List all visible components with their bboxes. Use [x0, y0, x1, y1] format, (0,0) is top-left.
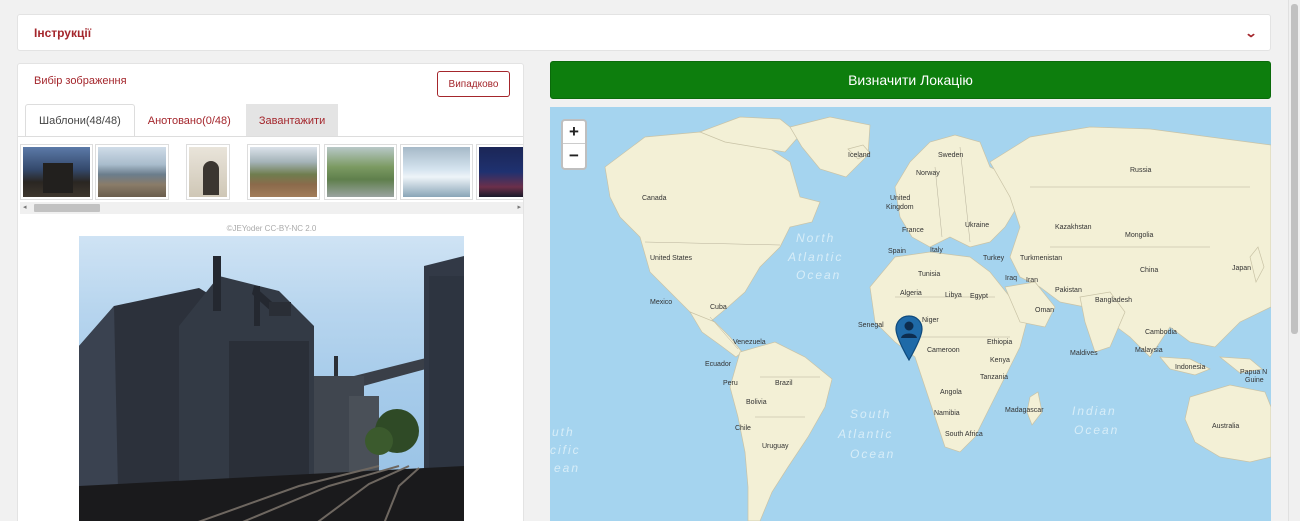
map-label: Cuba	[710, 304, 727, 311]
map-label: Peru	[723, 380, 738, 387]
map-label: China	[1140, 267, 1159, 274]
image-credit: ©JEYoder CC-BY-NC 2.0	[226, 224, 317, 233]
map-label: Turkmenistan	[1020, 255, 1063, 262]
map-label: Bolivia	[746, 399, 767, 406]
map-label: Madagascar	[1005, 407, 1044, 414]
thumbnail-2[interactable]	[95, 144, 169, 200]
map-label: Libya	[945, 292, 962, 299]
ocean-label: Ocean	[1074, 423, 1120, 437]
tab-annotated[interactable]: Анотовано(0/48)	[135, 104, 244, 137]
map-label: Turkey	[983, 255, 1005, 262]
map-label: Malaysia	[1135, 347, 1163, 354]
ocean-label: Atlantic	[838, 427, 894, 441]
ocean-label: North	[796, 231, 836, 245]
map-label: Spain	[888, 248, 906, 255]
ocean-label: Indian	[1072, 404, 1117, 418]
page-scrollbar-thumb[interactable]	[1291, 4, 1298, 334]
map-label: Kenya	[990, 357, 1010, 364]
map-label: Chile	[735, 425, 751, 432]
thumbnail-1[interactable]	[20, 144, 93, 200]
zoom-out-button[interactable]: −	[563, 144, 585, 167]
map-label: Guine	[1245, 377, 1264, 384]
map-label: Angola	[940, 389, 962, 396]
thumbnail-6[interactable]	[400, 144, 473, 200]
tab-templates[interactable]: Шаблони(48/48)	[25, 104, 135, 137]
map-label: Kingdom	[886, 204, 914, 211]
page-scrollbar[interactable]	[1288, 0, 1300, 521]
map-label: Brazil	[775, 380, 793, 387]
map-label: France	[902, 227, 924, 234]
thumbnail-strip	[20, 143, 523, 201]
map-label: Tanzania	[980, 374, 1009, 381]
map-label: Ukraine	[965, 222, 990, 229]
map-label: Iraq	[1005, 275, 1018, 282]
map-pin-icon[interactable]	[894, 314, 924, 362]
zoom-in-button[interactable]: +	[563, 121, 585, 144]
map-label: Iran	[1026, 277, 1039, 284]
map-label: Egypt	[970, 293, 988, 300]
map-label: Maldives	[1070, 350, 1098, 357]
map-label: Cameroon	[927, 347, 960, 354]
world-map[interactable]: + − North Atlantic Ocean South Atlantic …	[550, 107, 1271, 521]
selected-image	[79, 236, 464, 521]
map-label: Niger	[922, 317, 939, 324]
map-label: Mongolia	[1125, 232, 1154, 239]
map-label: Iceland	[848, 152, 871, 159]
thumbnail-7[interactable]	[476, 144, 523, 200]
instructions-title: Інструкції	[34, 25, 92, 40]
ocean-label: uth	[552, 425, 575, 439]
map-label: Namibia	[934, 410, 960, 417]
zoom-control: + −	[561, 119, 587, 170]
map-label: Canada	[642, 195, 667, 202]
random-button[interactable]: Випадково	[437, 71, 510, 97]
map-label: Mexico	[650, 299, 673, 306]
map-label: Papua N	[1240, 369, 1268, 376]
thumbnail-5[interactable]	[324, 144, 397, 200]
instructions-panel-header[interactable]: Інструкції ⌄	[17, 14, 1271, 51]
ocean-label: ean	[554, 461, 581, 475]
image-select-title: Вибір зображення	[34, 75, 127, 87]
map-label: Kazakhstan	[1055, 224, 1092, 231]
map-label: Australia	[1212, 423, 1240, 430]
map-label: Japan	[1232, 265, 1252, 272]
map-label: Cambodia	[1145, 329, 1177, 336]
map-label: Ethiopia	[987, 339, 1013, 346]
map-label: Tunisia	[918, 271, 941, 278]
map-label: Italy	[930, 247, 943, 254]
image-select-panel: Вибір зображення Випадково Шаблони(48/48…	[17, 63, 524, 521]
map-label: United States	[650, 255, 693, 262]
ocean-label: Ocean	[796, 268, 842, 282]
ocean-label: Atlantic	[788, 250, 844, 264]
thumbnail-3[interactable]	[186, 144, 230, 200]
map-label: United	[890, 195, 911, 202]
map-label: Russia	[1130, 167, 1152, 174]
chevron-down-icon[interactable]: ⌄	[1244, 26, 1257, 40]
thumbnail-4[interactable]	[247, 144, 320, 200]
scroll-left-icon[interactable]: ◂	[23, 203, 27, 211]
tab-upload[interactable]: Завантажити	[245, 104, 339, 137]
map-label: Senegal	[858, 322, 884, 329]
ocean-label: cific	[550, 443, 581, 457]
tabs-divider	[18, 136, 523, 137]
ocean-label: South	[850, 407, 892, 421]
image-tabs: Шаблони(48/48) Анотовано(0/48) Завантажи…	[25, 104, 339, 137]
locate-button[interactable]: Визначити Локацію	[550, 61, 1271, 99]
map-label: Pakistan	[1055, 287, 1082, 294]
ocean-label: Ocean	[850, 447, 896, 461]
map-label: Uruguay	[762, 443, 789, 450]
map-label: Norway	[916, 170, 940, 177]
map-label: South Africa	[945, 431, 983, 438]
map-label: Venezuela	[733, 339, 766, 346]
map-label: Ecuador	[705, 361, 732, 368]
thumbnail-scrollbar[interactable]: ◂ ▸	[20, 202, 523, 214]
map-label: Oman	[1035, 307, 1055, 314]
scroll-right-icon[interactable]: ▸	[517, 203, 521, 211]
map-label: Sweden	[938, 152, 964, 159]
map-label: Bangladesh	[1095, 297, 1132, 304]
map-label: Algeria	[900, 290, 922, 297]
scrollbar-thumb[interactable]	[34, 204, 100, 212]
map-label: Indonesia	[1175, 364, 1206, 371]
